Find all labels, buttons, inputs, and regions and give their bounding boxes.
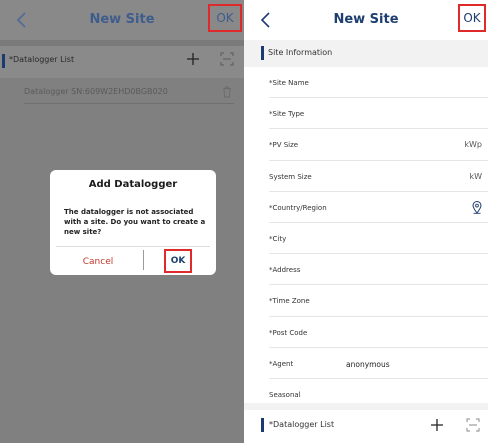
datalogger-list-item[interactable]: Datalogger SN:609W2EHD0BGB020 bbox=[0, 80, 244, 104]
datalogger-list-label: *Datalogger List bbox=[9, 55, 75, 64]
field-label: System Size bbox=[269, 172, 312, 181]
field-unit: kW bbox=[469, 171, 482, 181]
field-label: Seasonal bbox=[269, 390, 301, 399]
field-label: *Site Type bbox=[269, 110, 305, 119]
scan-icon[interactable] bbox=[220, 52, 234, 66]
field-country-region[interactable]: *Country/Region bbox=[244, 192, 488, 223]
field-label: *City bbox=[269, 234, 287, 243]
field-value[interactable]: anonymous bbox=[346, 360, 390, 369]
datalogger-list-header: *Datalogger List bbox=[0, 46, 244, 78]
section-marker bbox=[261, 46, 264, 60]
field-label: *Country/Region bbox=[269, 203, 327, 212]
field-site-type[interactable]: *Site Type bbox=[244, 98, 488, 130]
trash-icon[interactable] bbox=[222, 86, 232, 98]
field-label: *Post Code bbox=[269, 328, 308, 337]
site-information-header: Site Information bbox=[244, 40, 488, 67]
datalogger-list-label: *Datalogger List bbox=[269, 420, 335, 429]
ok-button[interactable]: OK bbox=[208, 4, 242, 32]
dialog-title: Add Datalogger bbox=[88, 179, 178, 190]
dialog-ok-button[interactable]: OK bbox=[164, 249, 192, 273]
field-label: *PV Size bbox=[269, 141, 299, 150]
site-form: *Site Name *Site Type *PV Size kWp Syste… bbox=[244, 67, 488, 410]
ok-button[interactable]: OK bbox=[458, 4, 486, 32]
dialog-message: The datalogger is not associated with a … bbox=[64, 208, 206, 236]
field-post-code[interactable]: *Post Code bbox=[244, 317, 488, 348]
scan-icon[interactable] bbox=[466, 418, 480, 432]
field-site-name[interactable]: *Site Name bbox=[244, 67, 488, 99]
screenshot-canvas: New Site OK *Datalogger List Datalogger … bbox=[0, 0, 488, 443]
plus-icon[interactable] bbox=[430, 418, 444, 432]
left-screen: New Site OK *Datalogger List Datalogger … bbox=[0, 0, 244, 443]
field-time-zone[interactable]: *Time Zone bbox=[244, 285, 488, 317]
section-separator bbox=[244, 403, 488, 410]
field-city[interactable]: *City bbox=[244, 223, 488, 255]
datalogger-list-header: *Datalogger List bbox=[244, 410, 488, 443]
divider bbox=[24, 103, 234, 104]
field-address[interactable]: *Address bbox=[244, 254, 488, 286]
plus-icon[interactable] bbox=[186, 52, 200, 66]
datalogger-serial: Datalogger SN:609W2EHD0BGB020 bbox=[24, 87, 168, 96]
field-agent[interactable]: *Agent anonymous bbox=[244, 348, 488, 379]
dialog-button-divider bbox=[143, 250, 144, 270]
field-label: *Agent bbox=[269, 359, 294, 368]
right-screen: New Site OK Site Information *Site Name … bbox=[244, 0, 488, 443]
right-nav-bar: New Site OK bbox=[244, 0, 488, 40]
field-label: *Address bbox=[269, 266, 301, 275]
dialog-divider bbox=[56, 246, 210, 247]
dialog-cancel-button[interactable]: Cancel bbox=[58, 257, 138, 267]
field-label: *Site Name bbox=[269, 79, 309, 87]
field-pv-size[interactable]: *PV Size kWp bbox=[244, 129, 488, 161]
section-marker bbox=[2, 54, 5, 68]
field-unit: kWp bbox=[464, 140, 482, 150]
field-label: *Time Zone bbox=[269, 297, 310, 306]
site-information-label: Site Information bbox=[268, 48, 333, 57]
field-system-size[interactable]: System Size kW bbox=[244, 161, 488, 192]
left-nav-bar: New Site OK bbox=[0, 0, 244, 40]
add-datalogger-dialog: Add Datalogger The datalogger is not ass… bbox=[50, 170, 216, 275]
page-title: New Site bbox=[333, 12, 399, 27]
location-pin-icon[interactable] bbox=[472, 200, 482, 214]
section-marker bbox=[261, 418, 264, 432]
